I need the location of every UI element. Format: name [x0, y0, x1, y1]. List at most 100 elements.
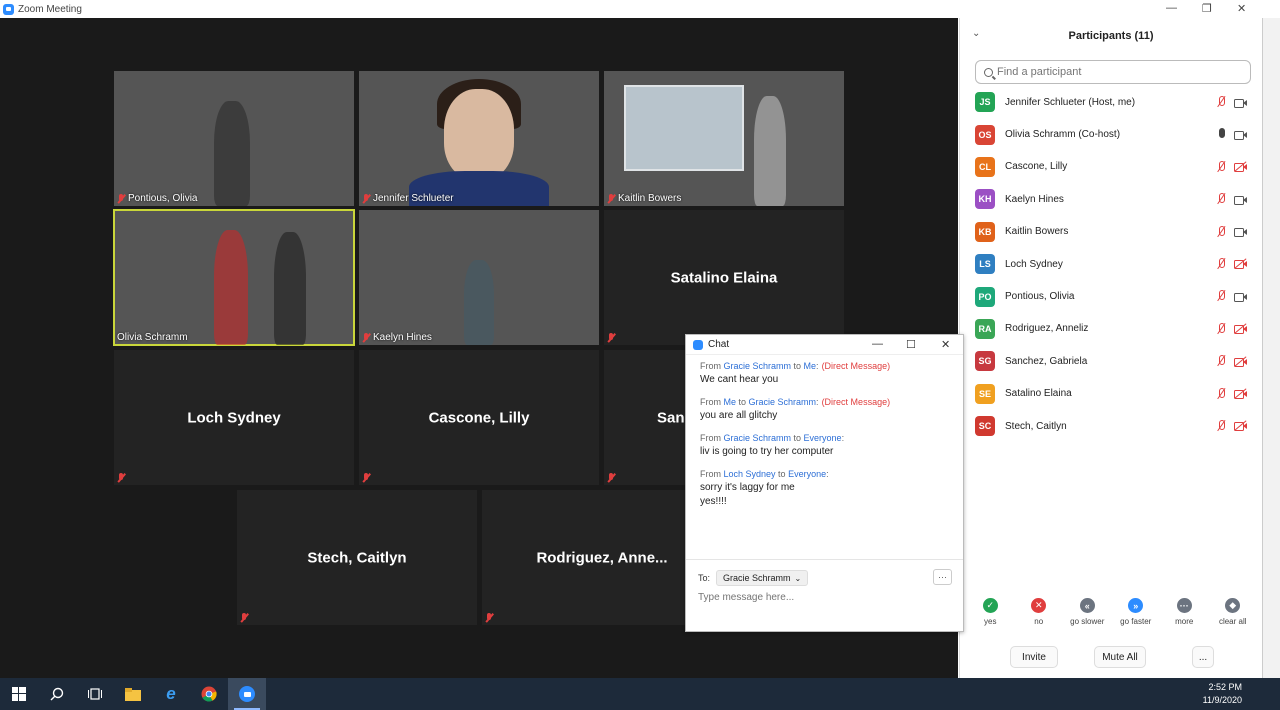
mic-muted-icon — [607, 473, 615, 483]
avatar: CL — [975, 156, 995, 177]
participant-row[interactable]: KB Kaitlin Bowers — [960, 216, 1262, 248]
invite-button[interactable]: Invite — [1010, 646, 1058, 668]
chevron-down-icon: ⌄ — [794, 573, 802, 583]
tile-name-label: Olivia Schramm — [117, 332, 188, 343]
participant-video — [754, 96, 786, 206]
mic-muted-icon — [485, 613, 493, 623]
video-camera-icon — [1234, 195, 1247, 205]
participant-row[interactable]: CL Cascone, Lilly — [960, 151, 1262, 183]
feedback-yes-button[interactable]: ✓ yes — [966, 598, 1014, 626]
video-tile[interactable]: Kaitlin Bowers — [604, 71, 844, 206]
restore-button[interactable]: ❐ — [1202, 2, 1212, 15]
chat-close-button[interactable]: ✕ — [941, 338, 950, 351]
search-input[interactable] — [997, 66, 1237, 78]
tile-name-label: Kaelyn Hines — [362, 332, 432, 343]
chat-message: From Me to Gracie Schramm: (Direct Messag… — [700, 396, 949, 423]
recipient-select[interactable]: Gracie Schramm ⌄ — [716, 570, 809, 586]
zoom-app-icon — [3, 3, 14, 15]
video-tile[interactable]: Stech, Caitlyn — [237, 490, 477, 625]
start-button[interactable] — [0, 678, 38, 710]
no-icon: ✕ — [1031, 598, 1047, 613]
chevron-down-icon[interactable]: ⌄ — [972, 28, 980, 39]
chat-title-bar: Chat — ☐ ✕ — [686, 335, 963, 355]
participant-row[interactable]: SE Satalino Elaina — [960, 378, 1262, 410]
go-slower-icon: « — [1079, 598, 1095, 613]
go-faster-icon: » — [1128, 598, 1144, 613]
participant-video — [464, 260, 494, 345]
chat-message-input[interactable] — [698, 592, 948, 603]
chat-maximize-button[interactable]: ☐ — [906, 338, 916, 351]
close-button[interactable]: ✕ — [1237, 2, 1246, 15]
minimize-button[interactable]: — — [1166, 2, 1177, 14]
participants-title: Participants (11) — [1068, 30, 1154, 42]
mic-muted-icon — [240, 613, 248, 623]
participant-row[interactable]: RA Rodriguez, Anneliz — [960, 313, 1262, 345]
video-tile[interactable]: Pontious, Olivia — [114, 71, 354, 206]
edge-browser-button[interactable]: e — [152, 678, 190, 710]
feedback-clear-all-button[interactable]: ◆ clear all — [1209, 598, 1257, 626]
chrome-button[interactable] — [190, 678, 228, 710]
tile-center-name: Loch Sydney — [187, 409, 281, 426]
more-icon: ··· — [1176, 598, 1192, 613]
video-tile[interactable]: Loch Sydney — [114, 350, 354, 485]
tile-name-label: Jennifer Schlueter — [362, 193, 454, 204]
chat-minimize-button[interactable]: — — [872, 338, 883, 350]
system-clock[interactable]: 2:52 PM 11/9/2020 — [1203, 681, 1242, 707]
video-tile[interactable]: Kaelyn Hines — [359, 210, 599, 345]
sender-name[interactable]: Loch Sydney — [724, 469, 776, 479]
mute-all-button[interactable]: Mute All — [1094, 646, 1146, 668]
sender-name[interactable]: Me — [724, 397, 737, 407]
message-text: liv is going to try her computer — [700, 446, 834, 457]
video-tile[interactable]: Cascone, Lilly — [359, 350, 599, 485]
recipient-name[interactable]: Me — [804, 361, 817, 371]
chat-more-button[interactable]: ··· — [933, 569, 952, 585]
participant-video — [214, 101, 250, 206]
mic-muted-icon — [607, 333, 615, 343]
recipient-name[interactable]: Gracie Schramm — [749, 397, 817, 407]
background-window-edge — [1262, 18, 1280, 678]
participant-name: Kaitlin Bowers — [1005, 226, 1069, 238]
feedback-go-slower-button[interactable]: « go slower — [1063, 598, 1111, 626]
more-options-button[interactable]: ... — [1192, 646, 1214, 668]
video-tile[interactable]: Jennifer Schlueter — [359, 71, 599, 206]
participant-row[interactable]: SG Sanchez, Gabriela — [960, 345, 1262, 377]
search-icon — [50, 687, 64, 701]
active-speaker-tile[interactable]: Olivia Schramm — [113, 209, 355, 346]
participant-row[interactable]: PO Pontious, Olivia — [960, 280, 1262, 312]
feedback-more-button[interactable]: ··· more — [1160, 598, 1208, 626]
windows-taskbar: e 2:52 PM 11/9/2020 — [0, 678, 1280, 710]
mic-muted-icon — [1216, 257, 1226, 270]
avatar: KB — [975, 221, 995, 242]
recipient-name[interactable]: Everyone — [804, 433, 842, 443]
avatar: JS — [975, 92, 995, 113]
participant-row[interactable]: OS Olivia Schramm (Co-host) — [960, 118, 1262, 150]
video-off-icon — [1234, 420, 1247, 432]
task-view-button[interactable] — [76, 678, 114, 710]
video-tile[interactable]: Satalino Elaina — [604, 210, 844, 345]
sender-name[interactable]: Gracie Schramm — [724, 361, 792, 371]
feedback-no-button[interactable]: ✕ no — [1015, 598, 1063, 626]
mic-muted-icon — [117, 193, 125, 204]
feedback-label: yes — [984, 617, 997, 626]
search-button[interactable] — [38, 678, 76, 710]
participant-row[interactable]: KH Kaelyn Hines — [960, 183, 1262, 215]
feedback-go-faster-button[interactable]: » go faster — [1112, 598, 1160, 626]
tile-name-label: Kaitlin Bowers — [607, 193, 681, 204]
participants-footer: Invite Mute All ... — [960, 646, 1263, 670]
window-title: Zoom Meeting — [18, 3, 82, 15]
participant-name: Rodriguez, Anneliz — [1005, 323, 1089, 335]
avatar: SE — [975, 383, 995, 404]
participant-search[interactable] — [975, 60, 1251, 84]
zoom-screen: Zoom Meeting — ❐ ✕ Pontious, Olivia Jenn… — [0, 0, 1280, 710]
participant-name: Sanchez, Gabriela — [1005, 355, 1088, 367]
participant-row[interactable]: LS Loch Sydney — [960, 248, 1262, 280]
participant-name: Loch Sydney — [1005, 258, 1063, 270]
file-explorer-button[interactable] — [114, 678, 152, 710]
recipient-name[interactable]: Everyone — [788, 469, 826, 479]
zoom-taskbar-button[interactable] — [228, 678, 266, 710]
message-text: We cant hear you — [700, 374, 779, 385]
mic-muted-icon — [1216, 322, 1226, 335]
participant-row[interactable]: SC Stech, Caitlyn — [960, 410, 1262, 442]
sender-name[interactable]: Gracie Schramm — [724, 433, 792, 443]
participant-row[interactable]: JS Jennifer Schlueter (Host, me) — [960, 86, 1262, 118]
